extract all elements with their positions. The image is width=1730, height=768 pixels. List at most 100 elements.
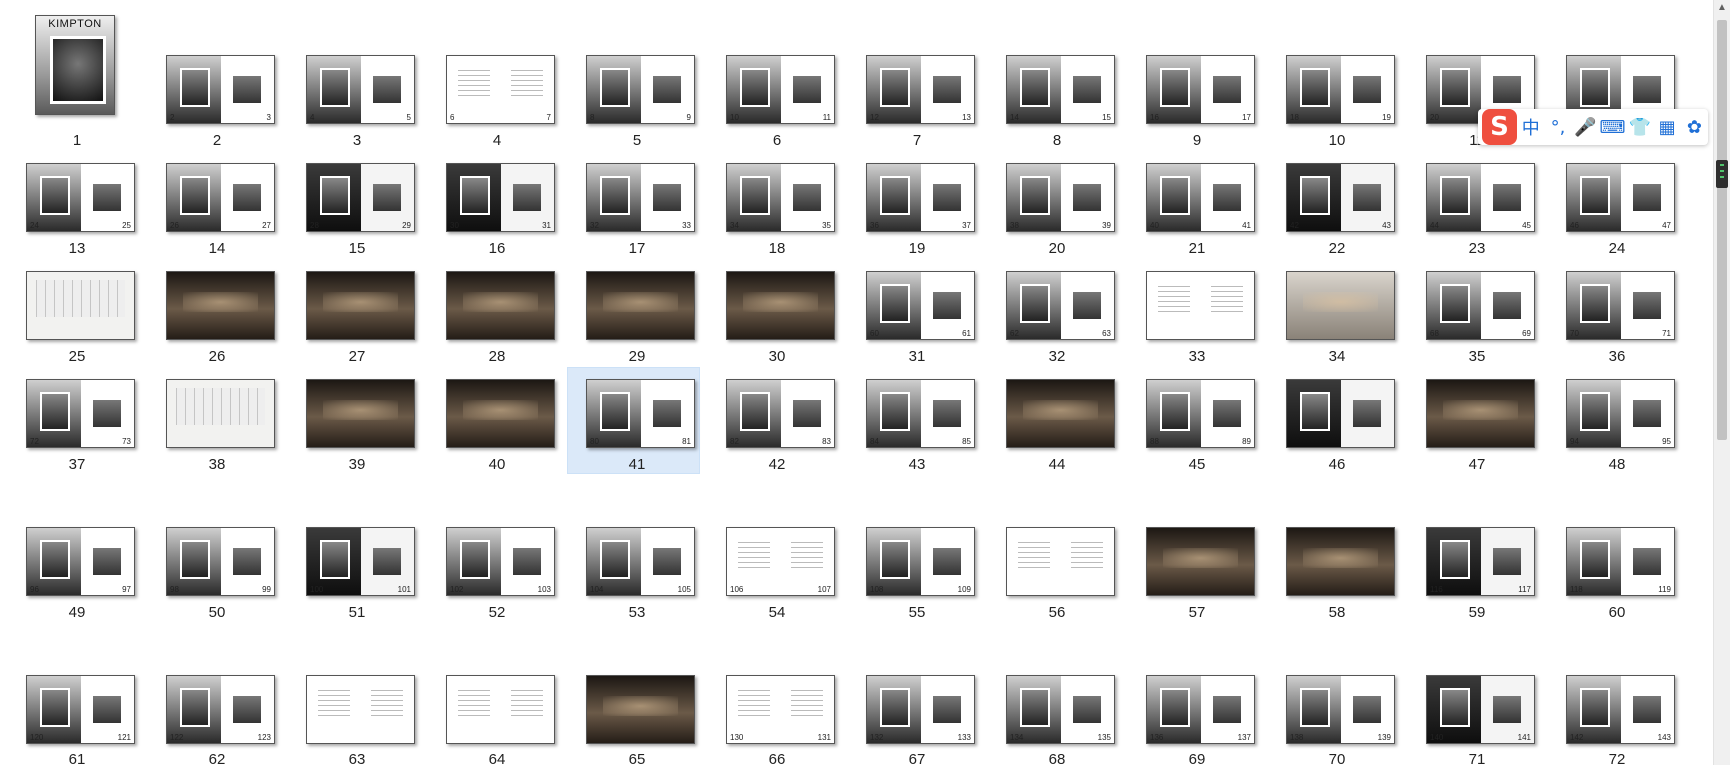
page-number-label: 4: [492, 132, 502, 149]
page-preview-image: 142 143: [1566, 675, 1675, 744]
page-number-right: 133: [957, 733, 971, 742]
page-photo: [1439, 540, 1470, 579]
page-number-label: 10: [1328, 132, 1346, 149]
page-number-label: 58: [1328, 604, 1346, 621]
render-glow: [1303, 548, 1378, 569]
page-photo: [1299, 392, 1330, 431]
page-photo-secondary: [513, 548, 542, 575]
render-glow: [323, 292, 398, 313]
microphone-icon[interactable]: 🎤: [1572, 117, 1599, 138]
page-number-label: 29: [628, 348, 646, 365]
page-preview-image: 24 25: [26, 163, 135, 232]
page-preview-image: 46 47: [1566, 163, 1675, 232]
skin-icon[interactable]: 👕: [1626, 117, 1653, 138]
page-number-right: 131: [817, 733, 831, 742]
page-photo-secondary: [1213, 400, 1242, 427]
page-number-left: 132: [870, 733, 884, 742]
page-text-block: [1017, 538, 1050, 569]
page-photo: [739, 68, 770, 107]
page-number-label: 22: [1328, 240, 1346, 257]
page-number-right: 31: [542, 221, 551, 230]
page-preview-image: 60 61: [866, 271, 975, 340]
page-photo-secondary: [793, 184, 822, 211]
page-number-label: 71: [1468, 751, 1486, 768]
keyboard-icon[interactable]: ⌨: [1599, 117, 1626, 138]
page-number-label: 1: [72, 132, 82, 149]
page-photo: [879, 176, 910, 215]
page-number-label: 51: [348, 604, 366, 621]
page-photo: [1579, 688, 1610, 727]
page-number-right: 43: [1382, 221, 1391, 230]
page-number-label: 38: [208, 456, 226, 473]
page-photo: [39, 688, 70, 727]
ime-toolbar[interactable]: S 中 °, 🎤 ⌨ 👕 ▦ ✿: [1478, 109, 1708, 145]
page-number-right: 95: [1662, 437, 1671, 446]
page-number-left: 70: [1570, 329, 1579, 338]
page-preview-image: 32 33: [586, 163, 695, 232]
page-photo-secondary: [1213, 696, 1242, 723]
vertical-scrollbar[interactable]: ▲: [1713, 0, 1730, 765]
page-preview-image: 62 63: [1006, 271, 1115, 340]
page-photo: [1019, 284, 1050, 323]
page-number-label: 41: [628, 456, 646, 473]
page-number-right: 107: [817, 585, 831, 594]
toolbox-icon[interactable]: ▦: [1653, 117, 1680, 138]
side-indicator: [1716, 160, 1728, 188]
settings-icon[interactable]: ✿: [1681, 117, 1708, 138]
page-photo: [1579, 392, 1610, 431]
page-number-right: 47: [1662, 221, 1671, 230]
page-photo-secondary: [1493, 292, 1522, 319]
page-photo: [1439, 284, 1470, 323]
page-preview-image: 70 71: [1566, 271, 1675, 340]
page-preview-image: [1006, 379, 1115, 448]
page-photo: [1299, 176, 1330, 215]
page-number-left: 96: [30, 585, 39, 594]
page-number-right: 39: [1102, 221, 1111, 230]
page-number-left: 32: [590, 221, 599, 230]
page-number-right: 101: [397, 585, 411, 594]
page-number-left: 38: [1010, 221, 1019, 230]
page-number-right: 97: [122, 585, 131, 594]
page-photo: [319, 68, 350, 107]
page-photo-secondary: [1213, 76, 1242, 103]
page-text-block: [371, 686, 404, 717]
page-number-label: 62: [208, 751, 226, 768]
scroll-up-arrow-icon[interactable]: ▲: [1714, 0, 1730, 16]
page-photo-secondary: [653, 400, 682, 427]
page-number-label: 60: [1608, 604, 1626, 621]
page-number-label: 35: [1468, 348, 1486, 365]
page-photo: [1159, 68, 1190, 107]
thumbnail-grid: KIMPTON 1 2 3 2 4 5 3 6 7 4 8 9 5 10 11 6 12 13 7 14 15 8 16 17 9…: [0, 0, 1700, 768]
page-number-right: 73: [122, 437, 131, 446]
page-preview-image: 82 83: [726, 379, 835, 448]
page-photo: [1019, 68, 1050, 107]
page-preview-image: 10 11: [726, 55, 835, 124]
page-preview-image: 134 135: [1006, 675, 1115, 744]
page-number-right: 3: [266, 113, 271, 122]
page-number-label: 37: [68, 456, 86, 473]
page-photo: [179, 688, 210, 727]
page-preview-image: 72 73: [26, 379, 135, 448]
scroll-thumb[interactable]: [1717, 20, 1727, 440]
render-glow: [1443, 400, 1518, 421]
page-number-label: 15: [348, 240, 366, 257]
page-number-label: 72: [1608, 751, 1626, 768]
page-photo: [1159, 392, 1190, 431]
page-photo-secondary: [1213, 184, 1242, 211]
sogou-logo-icon[interactable]: S: [1482, 109, 1518, 145]
page-preview-image: 26 27: [166, 163, 275, 232]
chinese-mode-button[interactable]: 中: [1517, 114, 1544, 140]
page-number-label: 8: [1052, 132, 1062, 149]
page-photo: [879, 540, 910, 579]
page-photo-secondary: [933, 400, 962, 427]
page-preview-image: 23: [166, 55, 275, 124]
page-number-left: 46: [1570, 221, 1579, 230]
page-text-block: [737, 686, 770, 717]
page-number-left: 6: [450, 113, 455, 122]
page-number-label: 45: [1188, 456, 1206, 473]
punctuation-button[interactable]: °,: [1544, 117, 1571, 138]
page-number-left: 10: [730, 113, 739, 122]
page-photo-secondary: [1633, 696, 1662, 723]
page-number-label: 20: [1048, 240, 1066, 257]
page-preview-image: [1146, 271, 1255, 340]
